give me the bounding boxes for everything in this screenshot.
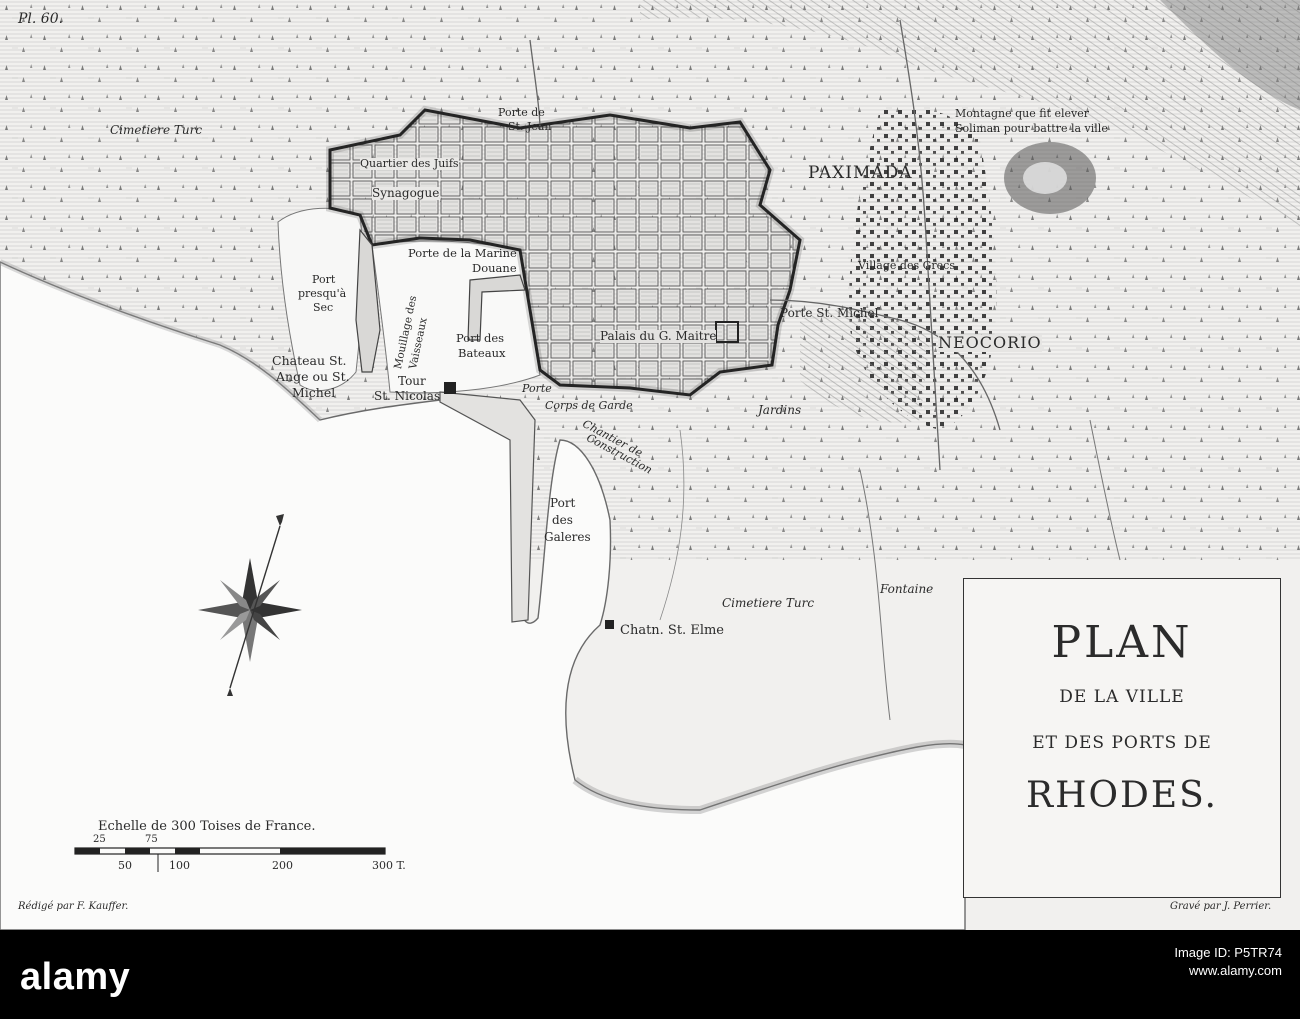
scale-tick-200: 200 bbox=[272, 859, 293, 872]
watermark-logo: alamy bbox=[20, 956, 131, 998]
label-port-bateaux-line1: Port des bbox=[456, 331, 505, 345]
label-port-sec-line2: presqu'à bbox=[298, 287, 347, 300]
plate-number: Pl. 60. bbox=[18, 11, 64, 27]
credit-left: Rédigé par F. Kauffer. bbox=[18, 901, 129, 912]
label-tour-line1: Tour bbox=[398, 374, 426, 388]
scale-tick-300: 300 T. bbox=[372, 859, 406, 872]
label-montagne-line2: Soliman pour battre la ville bbox=[955, 122, 1108, 135]
title-line4: RHODES. bbox=[1026, 775, 1218, 816]
label-port-galeres-line2: des bbox=[552, 513, 573, 527]
title-line1: PLAN bbox=[1051, 617, 1193, 668]
label-porte: Porte bbox=[522, 382, 552, 395]
label-cimetiere-turc-se: Cimetiere Turc bbox=[722, 596, 815, 610]
watermark-info: Image ID: P5TR74 www.alamy.com bbox=[1174, 944, 1282, 979]
title-line2: DE LA VILLE bbox=[1059, 687, 1185, 707]
credit-right: Gravé par J. Perrier. bbox=[1170, 901, 1272, 912]
label-porte-marine-line1: Porte de la Marine bbox=[408, 246, 517, 260]
label-chateau-line2: Ange ou St. bbox=[276, 369, 350, 384]
title-cartouche: PLAN DE LA VILLE ET DES PORTS DE RHODES. bbox=[963, 578, 1281, 898]
label-quartier-juifs: Quartier des Juifs bbox=[360, 157, 459, 170]
label-jardins: Jardins bbox=[758, 403, 802, 417]
label-paximada: PAXIMADA bbox=[808, 163, 913, 183]
watermark-site: www.alamy.com bbox=[1189, 962, 1282, 978]
scale-tick-25: 25 bbox=[93, 834, 106, 845]
label-port-galeres-line3: Galeres bbox=[544, 530, 591, 544]
scale-tick-75: 75 bbox=[145, 834, 158, 845]
label-neocorio: NEOCORIO bbox=[938, 333, 1042, 352]
label-port-galeres-line1: Port bbox=[550, 496, 576, 510]
label-porte-marine-line2: Douane bbox=[472, 261, 517, 275]
label-porte-st-michel: Porte St. Michel bbox=[780, 306, 879, 320]
watermark-bar bbox=[0, 930, 1300, 1019]
label-chateau-line1: Chateau St. bbox=[272, 353, 347, 368]
watermark-image-id: Image ID: P5TR74 bbox=[1174, 945, 1282, 960]
label-village-grecs: Village des Grecs bbox=[858, 259, 955, 272]
tower-marker bbox=[444, 382, 456, 394]
label-fontaine: Fontaine bbox=[880, 582, 934, 596]
label-synagogue: Synagogue bbox=[372, 186, 440, 200]
label-corps-garde: Corps de Garde bbox=[545, 399, 633, 412]
scale-title: Echelle de 300 Toises de France. bbox=[98, 819, 316, 834]
label-port-sec-line3: Sec bbox=[313, 301, 334, 314]
label-tour-line2: St. Nicolas bbox=[374, 389, 441, 403]
title-line3: ET DES PORTS DE bbox=[1032, 733, 1212, 753]
scale-tick-100: 100 bbox=[169, 859, 190, 872]
label-porte-st-jean-line2: St. Jean bbox=[508, 120, 552, 133]
label-cimetiere-turc-nw: Cimetiere Turc bbox=[110, 123, 203, 137]
scale-tick-50: 50 bbox=[118, 859, 132, 872]
label-port-bateaux-line2: Bateaux bbox=[458, 346, 506, 360]
label-chat-st-elme: Chatn. St. Elme bbox=[620, 623, 724, 638]
label-chateau-line3: Michel bbox=[292, 385, 336, 400]
label-palais: Palais du G. Maitre bbox=[600, 329, 717, 343]
label-montagne-line1: Montagne que fit elever bbox=[955, 107, 1089, 120]
label-port-sec-line1: Port bbox=[312, 273, 336, 286]
label-porte-st-jean-line1: Porte de bbox=[498, 106, 545, 119]
